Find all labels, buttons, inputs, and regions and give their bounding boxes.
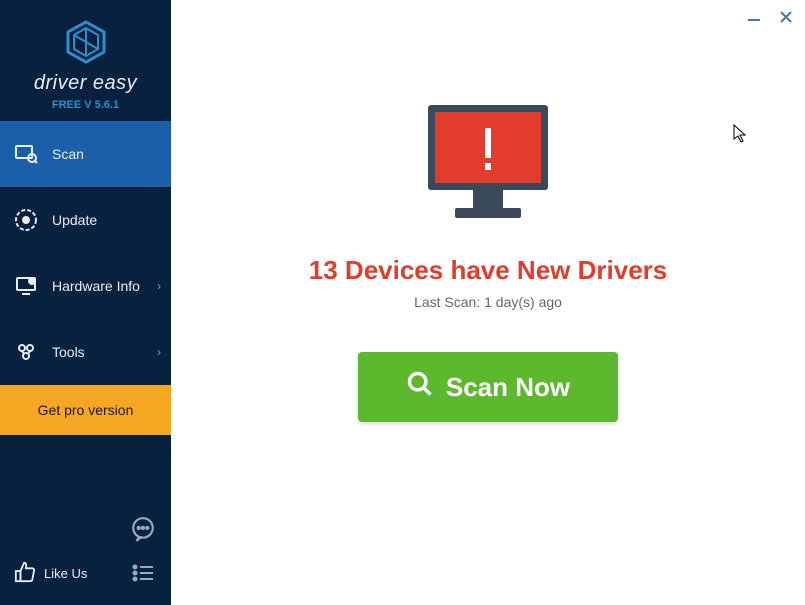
headline: 13 Devices have New Drivers bbox=[309, 255, 667, 286]
window-controls bbox=[745, 8, 795, 26]
menu-icon[interactable] bbox=[129, 559, 157, 587]
logo-icon bbox=[62, 18, 110, 66]
version-label: FREE V 5.6.1 bbox=[0, 99, 171, 111]
sidebar-item-update[interactable]: Update bbox=[0, 187, 171, 253]
sidebar-item-label: Scan bbox=[52, 146, 84, 162]
tools-icon bbox=[14, 340, 38, 364]
device-count: 13 bbox=[309, 255, 338, 285]
get-pro-button[interactable]: Get pro version bbox=[0, 385, 171, 435]
search-icon bbox=[406, 370, 434, 405]
scan-now-button[interactable]: Scan Now bbox=[358, 352, 618, 422]
chevron-right-icon: › bbox=[157, 279, 161, 293]
sidebar-item-scan[interactable]: Scan bbox=[0, 121, 171, 187]
chevron-right-icon: › bbox=[157, 345, 161, 359]
sidebar-footer: Like Us bbox=[0, 505, 171, 605]
app-name: driver easy bbox=[0, 72, 171, 95]
hardware-icon: i bbox=[14, 274, 38, 298]
sidebar-item-label: Tools bbox=[52, 344, 85, 360]
monitor-alert-icon bbox=[413, 100, 563, 235]
sidebar-item-hardware[interactable]: i Hardware Info › bbox=[0, 253, 171, 319]
thumbs-up-icon bbox=[14, 561, 36, 586]
scan-button-label: Scan Now bbox=[446, 372, 570, 403]
close-button[interactable] bbox=[777, 8, 795, 26]
sidebar-item-label: Update bbox=[52, 212, 97, 228]
sidebar: driver easy FREE V 5.6.1 Scan Update bbox=[0, 0, 171, 605]
like-us-button[interactable]: Like Us bbox=[14, 561, 87, 586]
main-panel: 13 Devices have New Drivers Last Scan: 1… bbox=[171, 0, 805, 605]
nav: Scan Update i Hardware Info › bbox=[0, 121, 171, 435]
feedback-icon[interactable] bbox=[129, 515, 157, 543]
sidebar-item-tools[interactable]: Tools › bbox=[0, 319, 171, 385]
scan-icon bbox=[14, 142, 38, 166]
logo-section: driver easy FREE V 5.6.1 bbox=[0, 0, 171, 121]
scan-content: 13 Devices have New Drivers Last Scan: 1… bbox=[171, 0, 805, 422]
svg-text:i: i bbox=[31, 279, 32, 285]
sidebar-item-label: Hardware Info bbox=[52, 278, 140, 294]
get-pro-label: Get pro version bbox=[38, 402, 134, 418]
update-icon bbox=[14, 208, 38, 232]
headline-text: Devices have New Drivers bbox=[345, 255, 667, 285]
minimize-button[interactable] bbox=[745, 8, 763, 26]
like-us-label: Like Us bbox=[44, 566, 87, 581]
last-scan-label: Last Scan: 1 day(s) ago bbox=[414, 294, 562, 310]
